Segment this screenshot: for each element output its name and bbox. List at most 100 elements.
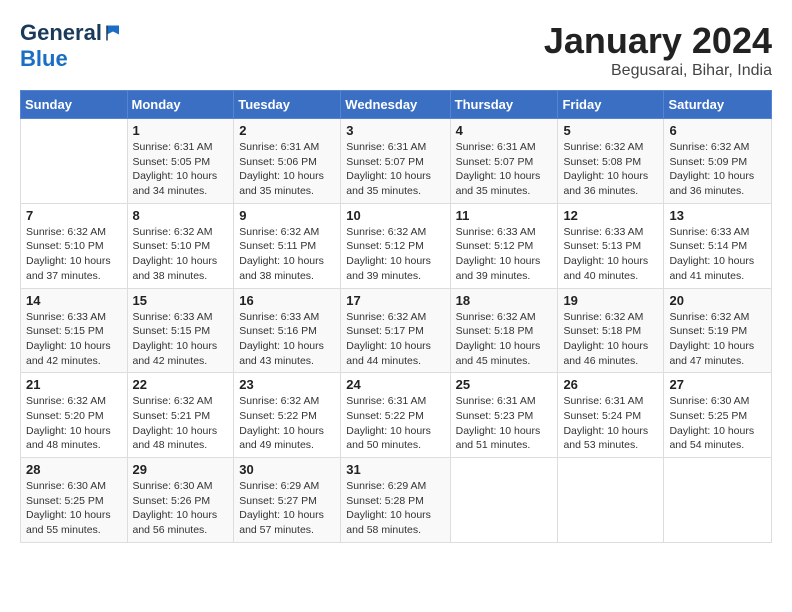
day-number: 24: [346, 377, 444, 392]
calendar-cell: 9 Sunrise: 6:32 AM Sunset: 5:11 PM Daylig…: [234, 203, 341, 288]
calendar-cell: 6 Sunrise: 6:32 AM Sunset: 5:09 PM Daylig…: [664, 119, 772, 204]
day-info: Sunrise: 6:32 AM Sunset: 5:20 PM Dayligh…: [26, 394, 122, 453]
day-info: Sunrise: 6:32 AM Sunset: 5:10 PM Dayligh…: [133, 225, 229, 284]
day-info: Sunrise: 6:31 AM Sunset: 5:22 PM Dayligh…: [346, 394, 444, 453]
calendar-cell: 30Sunrise: 6:29 AM Sunset: 5:27 PM Dayli…: [234, 458, 341, 543]
day-info: Sunrise: 6:32 AM Sunset: 5:21 PM Dayligh…: [133, 394, 229, 453]
day-info: Sunrise: 6:33 AM Sunset: 5:13 PM Dayligh…: [563, 225, 658, 284]
weekday-header: Sunday: [21, 91, 128, 119]
calendar-cell: 11 Sunrise: 6:33 AM Sunset: 5:12 PM Dayli…: [450, 203, 558, 288]
day-number: 8: [133, 208, 229, 223]
calendar-cell: [450, 458, 558, 543]
weekday-header: Wednesday: [341, 91, 450, 119]
logo-general: General: [20, 20, 102, 46]
weekday-header: Tuesday: [234, 91, 341, 119]
calendar-cell: 2Sunrise: 6:31 AM Sunset: 5:06 PM Daylig…: [234, 119, 341, 204]
day-info: Sunrise: 6:31 AM Sunset: 5:23 PM Dayligh…: [456, 394, 553, 453]
day-number: 2: [239, 123, 335, 138]
day-number: 15: [133, 293, 229, 308]
day-info: Sunrise: 6:32 AM Sunset: 5:10 PM Dayligh…: [26, 225, 122, 284]
calendar-cell: 16Sunrise: 6:33 AM Sunset: 5:16 PM Dayli…: [234, 288, 341, 373]
day-info: Sunrise: 6:32 AM Sunset: 5:11 PM Dayligh…: [239, 225, 335, 284]
calendar-cell: 13 Sunrise: 6:33 AM Sunset: 5:14 PM Dayli…: [664, 203, 772, 288]
day-number: 3: [346, 123, 444, 138]
day-info: Sunrise: 6:29 AM Sunset: 5:28 PM Dayligh…: [346, 479, 444, 538]
day-info: Sunrise: 6:30 AM Sunset: 5:25 PM Dayligh…: [26, 479, 122, 538]
day-number: 20: [669, 293, 766, 308]
day-number: 29: [133, 462, 229, 477]
day-info: Sunrise: 6:32 AM Sunset: 5:22 PM Dayligh…: [239, 394, 335, 453]
weekday-header: Monday: [127, 91, 234, 119]
page-header: General Blue January 2024 Begusarai, Bih…: [20, 20, 772, 80]
day-number: 17: [346, 293, 444, 308]
day-number: 14: [26, 293, 122, 308]
day-info: Sunrise: 6:33 AM Sunset: 5:15 PM Dayligh…: [133, 310, 229, 369]
logo: General Blue: [20, 20, 122, 72]
day-number: 9: [239, 208, 335, 223]
calendar-cell: 19 Sunrise: 6:32 AM Sunset: 5:18 PM Dayli…: [558, 288, 664, 373]
day-number: 31: [346, 462, 444, 477]
day-number: 19: [563, 293, 658, 308]
day-number: 28: [26, 462, 122, 477]
calendar-cell: 10Sunrise: 6:32 AM Sunset: 5:12 PM Dayli…: [341, 203, 450, 288]
day-number: 22: [133, 377, 229, 392]
day-info: Sunrise: 6:33 AM Sunset: 5:15 PM Dayligh…: [26, 310, 122, 369]
day-info: Sunrise: 6:33 AM Sunset: 5:14 PM Dayligh…: [669, 225, 766, 284]
calendar-cell: 29 Sunrise: 6:30 AM Sunset: 5:26 PM Dayli…: [127, 458, 234, 543]
calendar-cell: 14 Sunrise: 6:33 AM Sunset: 5:15 PM Dayli…: [21, 288, 128, 373]
calendar-cell: 18Sunrise: 6:32 AM Sunset: 5:18 PM Dayli…: [450, 288, 558, 373]
calendar-cell: 1 Sunrise: 6:31 AM Sunset: 5:05 PM Daylig…: [127, 119, 234, 204]
calendar-cell: 12 Sunrise: 6:33 AM Sunset: 5:13 PM Dayli…: [558, 203, 664, 288]
day-info: Sunrise: 6:32 AM Sunset: 5:18 PM Dayligh…: [563, 310, 658, 369]
calendar-cell: 24 Sunrise: 6:31 AM Sunset: 5:22 PM Dayli…: [341, 373, 450, 458]
calendar-cell: 17 Sunrise: 6:32 AM Sunset: 5:17 PM Dayli…: [341, 288, 450, 373]
calendar-cell: 8 Sunrise: 6:32 AM Sunset: 5:10 PM Daylig…: [127, 203, 234, 288]
day-info: Sunrise: 6:32 AM Sunset: 5:18 PM Dayligh…: [456, 310, 553, 369]
day-number: 12: [563, 208, 658, 223]
day-number: 4: [456, 123, 553, 138]
calendar-cell: 20 Sunrise: 6:32 AM Sunset: 5:19 PM Dayli…: [664, 288, 772, 373]
calendar-cell: 3 Sunrise: 6:31 AM Sunset: 5:07 PM Daylig…: [341, 119, 450, 204]
day-info: Sunrise: 6:33 AM Sunset: 5:12 PM Dayligh…: [456, 225, 553, 284]
calendar-cell: [558, 458, 664, 543]
weekday-header: Saturday: [664, 91, 772, 119]
calendar-cell: 31 Sunrise: 6:29 AM Sunset: 5:28 PM Dayli…: [341, 458, 450, 543]
calendar-title: January 2024: [544, 20, 772, 62]
day-number: 10: [346, 208, 444, 223]
logo-blue: Blue: [20, 46, 68, 71]
day-number: 27: [669, 377, 766, 392]
calendar-cell: 7 Sunrise: 6:32 AM Sunset: 5:10 PM Daylig…: [21, 203, 128, 288]
weekday-header-row: SundayMondayTuesdayWednesdayThursdayFrid…: [21, 91, 772, 119]
day-info: Sunrise: 6:31 AM Sunset: 5:05 PM Dayligh…: [133, 140, 229, 199]
day-number: 21: [26, 377, 122, 392]
day-info: Sunrise: 6:32 AM Sunset: 5:17 PM Dayligh…: [346, 310, 444, 369]
title-area: January 2024 Begusarai, Bihar, India: [544, 20, 772, 80]
day-info: Sunrise: 6:32 AM Sunset: 5:08 PM Dayligh…: [563, 140, 658, 199]
day-number: 1: [133, 123, 229, 138]
calendar-week-row: 1 Sunrise: 6:31 AM Sunset: 5:05 PM Daylig…: [21, 119, 772, 204]
calendar-cell: 22 Sunrise: 6:32 AM Sunset: 5:21 PM Dayli…: [127, 373, 234, 458]
calendar-cell: [21, 119, 128, 204]
day-info: Sunrise: 6:31 AM Sunset: 5:07 PM Dayligh…: [346, 140, 444, 199]
day-info: Sunrise: 6:31 AM Sunset: 5:07 PM Dayligh…: [456, 140, 553, 199]
calendar-cell: [664, 458, 772, 543]
day-number: 26: [563, 377, 658, 392]
calendar-week-row: 21 Sunrise: 6:32 AM Sunset: 5:20 PM Dayli…: [21, 373, 772, 458]
day-info: Sunrise: 6:32 AM Sunset: 5:19 PM Dayligh…: [669, 310, 766, 369]
day-number: 11: [456, 208, 553, 223]
calendar-week-row: 28 Sunrise: 6:30 AM Sunset: 5:25 PM Dayli…: [21, 458, 772, 543]
day-number: 23: [239, 377, 335, 392]
calendar-cell: 28 Sunrise: 6:30 AM Sunset: 5:25 PM Dayli…: [21, 458, 128, 543]
day-number: 7: [26, 208, 122, 223]
day-info: Sunrise: 6:30 AM Sunset: 5:26 PM Dayligh…: [133, 479, 229, 538]
calendar-week-row: 7 Sunrise: 6:32 AM Sunset: 5:10 PM Daylig…: [21, 203, 772, 288]
calendar-table: SundayMondayTuesdayWednesdayThursdayFrid…: [20, 90, 772, 543]
day-number: 6: [669, 123, 766, 138]
calendar-cell: 23 Sunrise: 6:32 AM Sunset: 5:22 PM Dayli…: [234, 373, 341, 458]
logo-flag-icon: [104, 24, 122, 42]
day-info: Sunrise: 6:31 AM Sunset: 5:24 PM Dayligh…: [563, 394, 658, 453]
day-info: Sunrise: 6:32 AM Sunset: 5:09 PM Dayligh…: [669, 140, 766, 199]
day-info: Sunrise: 6:33 AM Sunset: 5:16 PM Dayligh…: [239, 310, 335, 369]
day-number: 13: [669, 208, 766, 223]
calendar-cell: 4 Sunrise: 6:31 AM Sunset: 5:07 PM Daylig…: [450, 119, 558, 204]
